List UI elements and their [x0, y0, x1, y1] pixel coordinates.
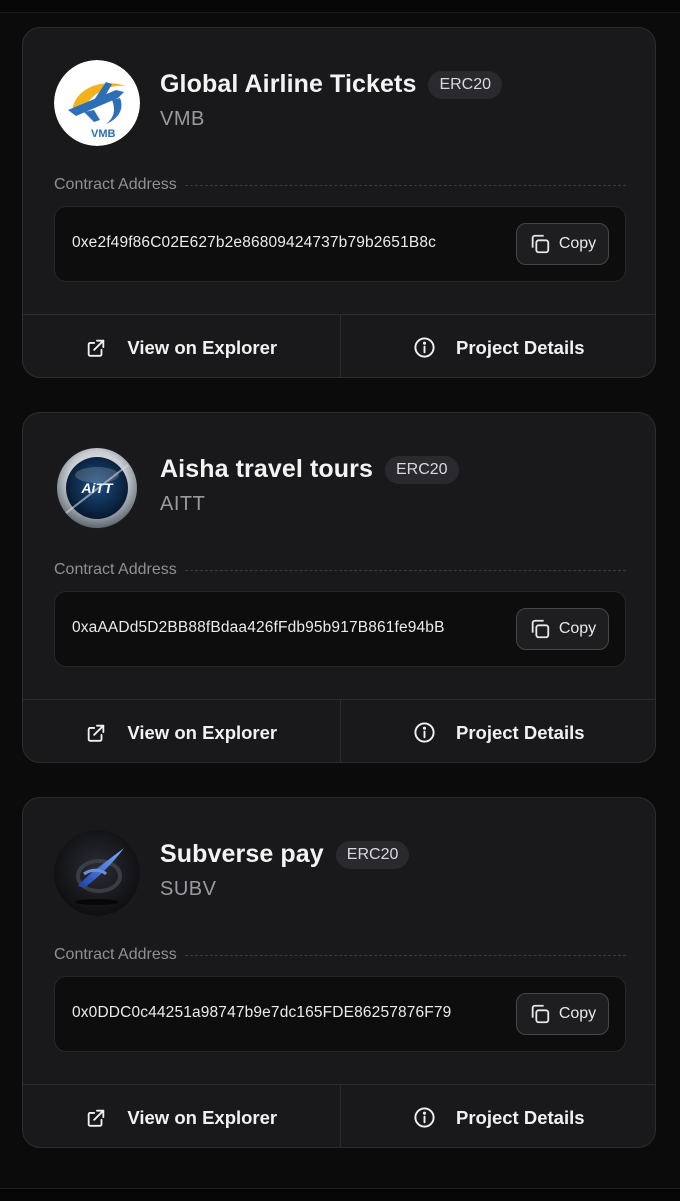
contract-address-header: Contract Address: [54, 561, 626, 579]
project-details-button[interactable]: Project Details: [339, 700, 656, 762]
view-on-explorer-label: View on Explorer: [127, 721, 278, 743]
contract-address-value[interactable]: 0xe2f49f86C02E627b2e86809424737b79b2651B…: [72, 234, 436, 252]
token-symbol: VMB: [160, 108, 205, 130]
view-on-explorer-button[interactable]: View on Explorer: [23, 315, 340, 377]
card-actions: View on Explorer Project Details: [23, 1084, 656, 1147]
view-on-explorer-label: View on Explorer: [127, 1106, 278, 1128]
copy-button[interactable]: Copy: [516, 608, 609, 650]
token-card-vmb: VMB Global Airline Tickets ERC20 VMB Con…: [22, 27, 656, 378]
copy-icon: [529, 233, 551, 255]
token-logo-subv: [54, 830, 140, 916]
token-logo-aitt: AiTT: [54, 445, 140, 531]
token-title-row: Aisha travel tours ERC20: [160, 455, 459, 484]
bottom-strip: [0, 1188, 680, 1201]
info-circle-icon: [413, 721, 436, 744]
token-title-row: Global Airline Tickets ERC20: [160, 70, 503, 99]
copy-label: Copy: [558, 1005, 597, 1022]
contract-address-label: Contract Address: [54, 946, 177, 963]
token-name: Global Airline Tickets: [160, 70, 417, 98]
external-link-icon: [85, 1107, 107, 1129]
token-symbol: AITT: [160, 493, 206, 515]
card-actions: View on Explorer Project Details: [23, 314, 656, 377]
copy-icon: [529, 618, 551, 640]
top-strip: [0, 0, 680, 13]
project-details-button[interactable]: Project Details: [339, 315, 656, 377]
info-circle-icon: [413, 336, 436, 359]
contract-address-box: 0xe2f49f86C02E627b2e86809424737b79b2651B…: [54, 206, 626, 282]
project-details-button[interactable]: Project Details: [339, 1085, 656, 1147]
external-link-icon: [85, 722, 107, 744]
dashed-divider: [184, 569, 626, 571]
contract-address-label: Contract Address: [54, 561, 177, 578]
external-link-icon: [85, 337, 107, 359]
copy-button[interactable]: Copy: [516, 993, 609, 1035]
copy-icon: [529, 1003, 551, 1025]
info-circle-icon: [413, 1106, 436, 1129]
contract-address-header: Contract Address: [54, 946, 626, 964]
copy-button[interactable]: Copy: [516, 223, 609, 265]
project-details-label: Project Details: [455, 336, 585, 358]
token-card-subv: Subverse pay ERC20 SUBV Contract Address…: [22, 797, 656, 1148]
dashed-divider: [184, 184, 626, 186]
token-logo-vmb: VMB: [54, 60, 140, 146]
contract-address-box: 0xaAADd5D2BB88fBdaa426fFdb95b917B861fe94…: [54, 591, 626, 667]
token-standard-badge: ERC20: [384, 455, 459, 484]
copy-label: Copy: [558, 620, 597, 637]
token-name: Subverse pay: [160, 840, 324, 868]
token-title-row: Subverse pay ERC20: [160, 840, 410, 869]
dashed-divider: [184, 954, 626, 956]
project-details-label: Project Details: [455, 1106, 585, 1128]
view-on-explorer-button[interactable]: View on Explorer: [23, 700, 340, 762]
view-on-explorer-label: View on Explorer: [127, 336, 278, 358]
contract-address-label: Contract Address: [54, 176, 177, 193]
project-details-label: Project Details: [455, 721, 585, 743]
contract-address-box: 0x0DDC0c44251a98747b9e7dc165FDE86257876F…: [54, 976, 626, 1052]
token-standard-badge: ERC20: [428, 70, 503, 99]
contract-address-value[interactable]: 0x0DDC0c44251a98747b9e7dc165FDE86257876F…: [72, 1004, 451, 1022]
contract-address-value[interactable]: 0xaAADd5D2BB88fBdaa426fFdb95b917B861fe94…: [72, 619, 445, 637]
copy-label: Copy: [558, 235, 597, 252]
view-on-explorer-button[interactable]: View on Explorer: [23, 1085, 340, 1147]
token-name: Aisha travel tours: [160, 455, 373, 483]
token-card-aitt: AiTT Aisha travel tours ERC20 AITT Contr…: [22, 412, 656, 763]
logo-text: VMB: [91, 128, 116, 140]
token-standard-badge: ERC20: [335, 840, 410, 869]
card-actions: View on Explorer Project Details: [23, 699, 656, 762]
token-symbol: SUBV: [160, 878, 217, 900]
contract-address-header: Contract Address: [54, 176, 626, 194]
